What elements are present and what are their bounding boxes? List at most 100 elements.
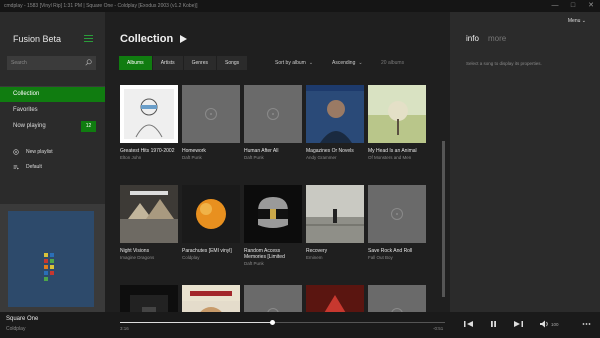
sidebar-item-now-playing[interactable]: Now playing 12 (0, 119, 105, 134)
window-titlebar: cmdplay - 1583 [Vinyl Rip] 1:31 PM | Squ… (0, 0, 600, 12)
album-artist: Elton John (120, 155, 142, 160)
order-dropdown[interactable]: Ascending ⌄ (332, 60, 363, 66)
tab-more[interactable]: more (488, 34, 506, 43)
seek-bar-fill (120, 322, 273, 323)
album-cover[interactable] (120, 185, 178, 243)
remaining-time: -0:51 (433, 326, 444, 331)
tab-genres[interactable]: Genres (183, 56, 216, 70)
playlist-label: Default (26, 164, 42, 170)
seek-bar-handle[interactable] (270, 320, 276, 325)
tab-albums[interactable]: Albums (119, 56, 152, 70)
album-artist: Eminem (306, 255, 323, 260)
menu-label: Menu (567, 18, 581, 24)
playlist-icon (13, 165, 19, 170)
playlist-default[interactable]: Default (13, 162, 42, 172)
album-tile[interactable]: My Head Is an Animal Of Monsters and Men (368, 85, 426, 161)
album-artist: Daft Punk (244, 261, 264, 266)
album-tile[interactable]: Human After All Daft Punk (244, 85, 302, 161)
album-artist: Coldplay (182, 255, 200, 260)
album-tile[interactable]: Random Access Memories [Limited Daft Punk (244, 185, 302, 267)
album-tile[interactable]: Magazines Or Novels Andy Grammer (306, 85, 364, 161)
pause-icon[interactable] (489, 320, 498, 328)
album-title: Random Access Memories [Limited (244, 248, 285, 260)
sort-by-dropdown[interactable]: Sort by album ⌄ (275, 60, 313, 66)
tab-artists[interactable]: Artists (152, 56, 183, 70)
player-bar: Square One Coldplay 3:16 -0:51 100 (0, 312, 600, 338)
close-icon[interactable]: ✕ (582, 0, 600, 12)
album-cover[interactable] (120, 85, 178, 143)
next-track-icon[interactable] (514, 320, 523, 328)
album-tile[interactable]: Save Rock And Roll Fall Out Boy (368, 185, 426, 261)
album-title: Night Visions (120, 248, 150, 254)
tab-songs[interactable]: Songs (216, 56, 248, 70)
sort-by-label: Sort by album (275, 60, 306, 66)
album-cover[interactable] (306, 185, 364, 243)
scrollbar[interactable] (442, 141, 445, 297)
play-all-icon[interactable] (180, 35, 187, 43)
previous-track-icon[interactable] (464, 320, 473, 328)
app-title: Fusion Beta (13, 34, 62, 44)
album-tile[interactable]: Night Visions Imagine Dragons (120, 185, 178, 261)
album-artist: Imagine Dragons (120, 255, 155, 260)
more-options-icon[interactable] (582, 320, 591, 328)
album-title: My Head Is an Animal (368, 148, 417, 154)
album-cover[interactable] (244, 185, 302, 243)
volume-level: 100 (551, 322, 559, 327)
sidebar-item-collection[interactable]: Collection (0, 87, 105, 102)
hamburger-menu-icon[interactable] (84, 35, 93, 42)
menu-button[interactable]: Menu ⌄ (568, 18, 586, 24)
album-artist: Andy Grammer (306, 155, 337, 160)
album-tile[interactable]: Homework Daft Punk (182, 85, 240, 161)
maximize-icon[interactable]: □ (564, 0, 582, 12)
collection-view: Collection Albums Artists Genres Songs S… (105, 12, 450, 338)
order-label: Ascending (332, 60, 356, 66)
tab-info[interactable]: info (466, 34, 479, 43)
sidebar-item-label: Collection (13, 91, 40, 97)
album-tile[interactable]: Parachutes [EMI vinyl] Coldplay (182, 185, 240, 261)
chevron-down-icon: ⌄ (308, 60, 314, 66)
album-count: 20 albums (381, 60, 405, 66)
info-hint: Select a song to display its properties. (466, 61, 542, 66)
filter-tabs: Albums Artists Genres Songs (119, 56, 248, 70)
album-cover[interactable] (182, 185, 240, 243)
chevron-down-icon: ⌄ (581, 18, 586, 24)
album-cover[interactable] (182, 85, 240, 143)
album-title: Recovery (306, 248, 328, 254)
album-cover[interactable] (306, 85, 364, 143)
album-cover[interactable] (368, 85, 426, 143)
placeholder-disc-icon (391, 208, 403, 220)
minimize-icon[interactable]: — (546, 0, 564, 12)
album-title: Homework (182, 148, 206, 154)
album-artist: Daft Punk (244, 155, 264, 160)
new-playlist-label: New playlist (26, 149, 53, 155)
album-title: Greatest Hits 1970-2002 (120, 148, 175, 154)
now-playing-artist: Coldplay (6, 326, 26, 332)
search-icon[interactable] (85, 59, 92, 66)
sidebar: Fusion Beta Collection Favorites Now pla… (0, 12, 105, 312)
album-tile[interactable]: Greatest Hits 1970-2002 Elton John (120, 85, 178, 161)
album-title: Human After All (244, 148, 279, 154)
now-playing-title: Square One (6, 316, 39, 322)
now-playing-count-badge: 12 (81, 121, 96, 132)
album-cover[interactable] (244, 85, 302, 143)
search-input[interactable] (11, 58, 81, 68)
album-title: Magazines Or Novels (306, 148, 354, 154)
search-box[interactable] (7, 56, 96, 70)
album-tile[interactable]: Recovery Eminem (306, 185, 364, 261)
placeholder-disc-icon (267, 108, 279, 120)
info-panel: Menu ⌄ info more Select a song to displa… (450, 12, 600, 312)
new-playlist-button[interactable]: New playlist (13, 147, 53, 157)
volume-icon[interactable] (540, 320, 549, 328)
sidebar-item-favorites[interactable]: Favorites (0, 103, 105, 118)
placeholder-disc-icon (205, 108, 217, 120)
album-art-x-and-y (8, 211, 94, 307)
album-artist: Daft Punk (182, 155, 202, 160)
album-artist: Of Monsters and Men (368, 155, 412, 160)
chevron-down-icon: ⌄ (358, 60, 363, 66)
now-playing-artwork[interactable] (0, 204, 105, 312)
album-cover[interactable] (368, 185, 426, 243)
seek-bar[interactable] (120, 320, 445, 325)
plus-circle-icon (13, 149, 19, 155)
sidebar-item-label: Now playing (13, 123, 46, 129)
album-artist: Fall Out Boy (368, 255, 393, 260)
